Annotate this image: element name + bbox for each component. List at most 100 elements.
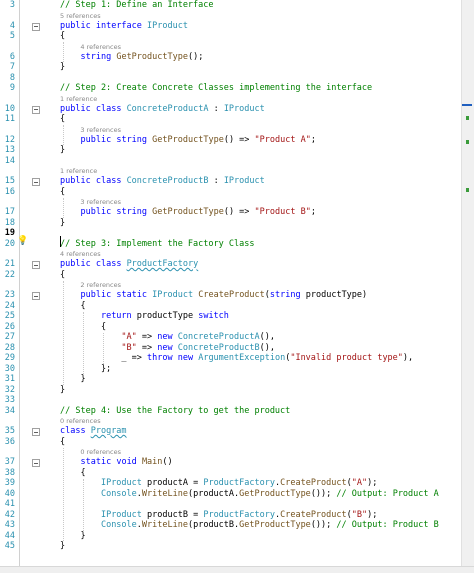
line-number: 33 [4, 395, 15, 405]
code-text: public static IProduct CreateProduct(str… [80, 290, 368, 300]
code-line[interactable]: 15 public class ConcreteProductB : IProdu… [0, 176, 460, 187]
code-lens-references[interactable]: 0 references [60, 417, 101, 426]
code-line[interactable]: 25 return productType switch [0, 311, 460, 322]
code-line[interactable]: 30 }; [0, 364, 460, 375]
code-lens-references[interactable]: 3 references [80, 126, 121, 135]
code-text: public string GetProductType() => "Produ… [80, 134, 316, 145]
code-line[interactable]: 31 } [0, 374, 460, 385]
code-line[interactable]: 44 } [0, 531, 460, 542]
collapse-toggle-icon[interactable] [32, 105, 40, 114]
line-number: 42 [4, 509, 15, 520]
code-line[interactable]: 33 [0, 395, 460, 406]
code-line[interactable]: 14 [0, 156, 460, 167]
line-number: 12 [4, 134, 15, 145]
code-line[interactable]: 13} [0, 145, 460, 156]
line-number: 8 [9, 72, 15, 83]
code-line[interactable]: 24 { [0, 301, 460, 312]
code-text: static void Main() [80, 457, 173, 467]
scroll-marker-change [466, 116, 469, 120]
code-text: string GetProductType(); [80, 51, 204, 62]
line-number: 28 [4, 342, 15, 353]
code-line[interactable]: 11 { [0, 114, 460, 125]
line-number: 27 [4, 332, 15, 342]
code-line[interactable]: 32} [0, 385, 460, 396]
line-number: 10 [4, 103, 15, 114]
code-line[interactable]: 3 // Step 1: Define an Interface [0, 0, 460, 11]
code-line[interactable]: 9 // Step 2: Create Concrete Classes impl… [0, 83, 460, 94]
code-lens-references[interactable]: 3 references [80, 198, 121, 207]
line-number: 31 [4, 374, 15, 384]
collapse-toggle-icon[interactable] [32, 261, 40, 269]
code-line[interactable]: 17 public string GetProductType() => "Pr… [0, 207, 460, 218]
line-number: 13 [4, 145, 15, 155]
code-line[interactable]: 42 IProduct productB = ProductFactory.Cr… [0, 510, 460, 521]
collapse-toggle-icon[interactable] [32, 428, 40, 436]
vertical-scrollbar[interactable] [461, 0, 474, 572]
line-number: 5 [9, 31, 15, 41]
collapse-toggle-icon[interactable] [32, 292, 40, 300]
code-text: } [60, 541, 66, 551]
code-line[interactable]: 10 public class ConcreteProductA : IProdu… [0, 104, 460, 115]
code-text: public string GetProductType() => "Produ… [80, 207, 316, 217]
code-text: _ => throw new ArgumentException("Invali… [60, 353, 414, 363]
code-line[interactable]: 26 { [0, 322, 460, 333]
code-text: public class ConcreteProductA : IProduct [60, 103, 265, 114]
code-line[interactable]: 23 public static IProduct CreateProduct(… [0, 290, 460, 301]
code-text: public class ProductFactory [60, 259, 199, 269]
code-line[interactable]: 29 _ => throw new ArgumentException("Inv… [0, 353, 460, 364]
line-number: 40 [4, 488, 15, 499]
collapse-toggle-icon[interactable] [32, 178, 40, 186]
code-lens-references[interactable]: 1 reference [60, 95, 97, 104]
indent-guide [63, 280, 64, 385]
code-line[interactable]: 36 { [0, 437, 460, 448]
code-lens-references[interactable]: 4 references [60, 250, 101, 259]
code-line[interactable]: 37 static void Main() [0, 457, 460, 468]
collapse-toggle-icon[interactable] [32, 22, 40, 31]
code-line[interactable]: 28 "B" => new ConcreteProductB(), [0, 343, 460, 354]
code-line[interactable]: 38 { [0, 468, 460, 479]
code-text: Console.WriteLine(productA.GetProductTyp… [100, 488, 439, 499]
code-line[interactable]: 8 [0, 73, 460, 84]
code-line[interactable]: 34 // Step 4: Use the Factory to get the … [0, 406, 460, 417]
code-text: }; [60, 363, 112, 374]
code-line[interactable]: 20 // Step 3: Implement the Factory Class [0, 239, 460, 250]
code-line[interactable]: 6 string GetProductType(); [0, 52, 460, 63]
line-number: 9 [9, 83, 15, 93]
indent-guide [63, 42, 64, 62]
code-text: // Step 4: Use the Factory to get the pr… [60, 405, 291, 416]
code-editor[interactable]: 3 // Step 1: Define an Interface 5 referen… [0, 0, 474, 573]
collapse-toggle-icon[interactable] [32, 459, 40, 467]
code-line[interactable]: 22 { [0, 270, 460, 281]
text-caret [60, 236, 61, 247]
code-line[interactable]: 4 public interface IProduct [0, 21, 460, 32]
code-text: // Step 2: Create Concrete Classes imple… [60, 83, 373, 93]
indent-guide [103, 332, 104, 364]
code-lens-references[interactable]: 0 references [80, 448, 121, 457]
code-line[interactable]: 5{ [0, 31, 460, 42]
code-lens-references[interactable]: 2 references [80, 281, 121, 290]
code-line[interactable]: 41 [0, 499, 460, 510]
line-number: 30 [4, 363, 15, 374]
line-number: 11 [4, 114, 15, 124]
code-line[interactable]: 43 Console.WriteLine(productB.GetProduct… [0, 520, 460, 531]
code-lens-references[interactable]: 5 references [60, 12, 101, 21]
code-line[interactable]: 35 class Program [0, 426, 460, 437]
lightbulb-icon[interactable]: 💡 [17, 236, 28, 247]
code-line[interactable]: 39 IProduct productA = ProductFactory.Cr… [0, 478, 460, 489]
code-line[interactable]: 18} [0, 218, 460, 229]
line-number: 6 [9, 51, 15, 62]
code-line[interactable]: 40 Console.WriteLine(productA.GetProduct… [0, 489, 460, 500]
code-line[interactable]: 12 public string GetProductType() => "Pr… [0, 135, 460, 146]
code-line[interactable]: 16 { [0, 187, 460, 198]
code-line[interactable]: 21 public class ProductFactory [0, 259, 460, 270]
code-line[interactable]: 45} [0, 541, 460, 552]
code-line[interactable]: 19 [0, 228, 460, 239]
line-number: 26 [4, 321, 15, 332]
code-line[interactable]: 7} [0, 62, 460, 73]
code-lens-references[interactable]: 4 references [80, 43, 121, 52]
code-line[interactable]: 27 "A" => new ConcreteProductA(), [0, 332, 460, 343]
code-lens-references[interactable]: 1 reference [60, 167, 97, 176]
code-text: IProduct productB = ProductFactory.Creat… [100, 509, 378, 520]
scroll-marker-change [466, 188, 469, 192]
line-number: 29 [4, 353, 15, 363]
